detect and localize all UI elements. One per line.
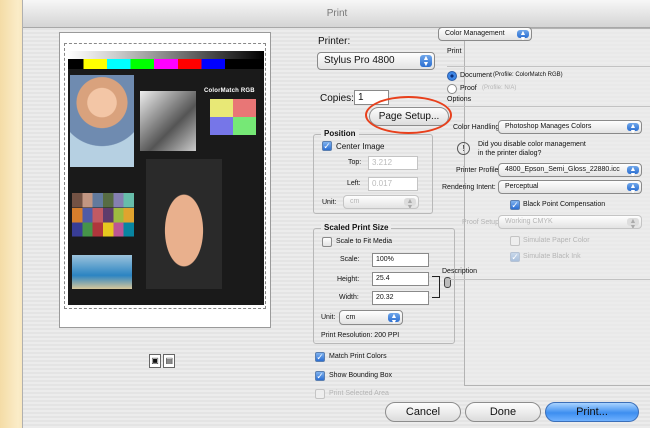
left-field[interactable]: 0.017 <box>368 177 418 191</box>
popup-arrows-icon: ▲ ▼ <box>517 30 529 40</box>
proof-setup-value: Working CMYK <box>505 218 553 225</box>
scale-to-fit-checkbox[interactable] <box>322 237 332 247</box>
divider <box>447 106 650 107</box>
color-patches <box>72 193 134 237</box>
position-unit-popup[interactable]: cm ▲ ▼ <box>343 195 419 209</box>
proof-radio[interactable] <box>447 84 457 94</box>
section-popup[interactable]: Color Management ▲ ▼ <box>438 27 532 41</box>
document-label: Document <box>460 72 492 79</box>
gray-ramp <box>68 51 264 59</box>
printer-profile-value: 4800_Epson_Semi_Gloss_22880.icc <box>505 166 620 173</box>
done-button[interactable]: Done <box>465 402 541 422</box>
cancel-button[interactable]: Cancel <box>385 402 461 422</box>
page-layout-icon[interactable]: ▤ <box>163 354 176 368</box>
position-unit-value: cm <box>350 198 360 205</box>
width-field[interactable]: 20.32 <box>372 291 429 305</box>
print-selected-area-label: Print Selected Area <box>329 390 389 397</box>
hand-photo <box>146 159 222 289</box>
scaled-unit-label: Unit: <box>321 314 336 321</box>
popup-arrows-icon: ▲ ▼ <box>420 55 432 68</box>
proof-setup-label: Proof Setup: <box>462 219 501 226</box>
color-grid <box>210 99 256 135</box>
simulate-black-label: Simulate Black Ink <box>523 253 581 260</box>
left-label: Left: <box>347 180 361 187</box>
print-resolution: Print Resolution: 200 PPI <box>321 332 400 339</box>
scale-label: Scale: <box>340 256 360 263</box>
document-profile: (Profile: ColorMatch RGB) <box>493 72 563 78</box>
preview-thumbs: ▣ ▤ <box>149 354 177 368</box>
color-bar <box>68 59 264 69</box>
printer-popup-value: Stylus Pro 4800 <box>324 55 395 66</box>
height-label: Height: <box>337 276 360 283</box>
divider <box>447 279 650 280</box>
print-preview: ColorMatch RGB <box>59 32 271 328</box>
proof-setup-popup[interactable]: Working CMYK ▲ ▼ <box>498 215 642 229</box>
proof-profile: (Profile: N/A) <box>482 85 517 91</box>
position-title: Position <box>321 129 359 138</box>
options-header: Options <box>447 96 472 103</box>
center-image-label: Center Image <box>336 142 385 151</box>
document-radio[interactable] <box>447 71 457 81</box>
print-dialog: Print ColorMatch RGB ▣ ▤ Printer: Stylus… <box>22 0 650 428</box>
match-print-colors-checkbox[interactable]: ✓ <box>315 352 325 362</box>
printer-popup[interactable]: Stylus Pro 4800 ▲ ▼ <box>317 52 435 70</box>
image-profile-label: ColorMatch RGB <box>204 88 255 94</box>
warning-text-line1: Did you disable color management <box>478 141 586 148</box>
color-handling-popup[interactable]: Photoshop Manages Colors ▲ ▼ <box>498 120 642 134</box>
rendering-intent-label: Rendering Intent: <box>442 184 496 191</box>
proof-label: Proof <box>460 85 477 92</box>
copies-label: Copies: <box>320 93 354 104</box>
simulate-paper-label: Simulate Paper Color <box>523 237 590 244</box>
black-point-label: Black Point Compensation <box>523 201 606 208</box>
simulate-black-checkbox[interactable]: ✓ <box>510 252 520 262</box>
show-bounding-box-label: Show Bounding Box <box>329 372 393 379</box>
section-popup-value: Color Management <box>445 30 505 37</box>
simulate-paper-checkbox[interactable] <box>510 236 520 246</box>
width-label: Width: <box>339 294 359 301</box>
rendering-intent-popup[interactable]: Perceptual ▲ ▼ <box>498 180 642 194</box>
popup-arrows-icon: ▲ ▼ <box>627 123 639 133</box>
window-title: Print <box>23 0 650 28</box>
color-handling-value: Photoshop Manages Colors <box>505 123 592 130</box>
top-field[interactable]: 3.212 <box>368 156 418 170</box>
scale-field[interactable]: 100% <box>372 253 429 267</box>
bw-photo <box>140 91 196 151</box>
popup-arrows-icon: ▲ ▼ <box>627 166 639 176</box>
portrait-photo <box>70 75 134 167</box>
description-header: Description <box>442 268 478 275</box>
position-unit-label: Unit: <box>322 199 337 206</box>
height-field[interactable]: 25.4 <box>372 272 429 286</box>
page-icon[interactable]: ▣ <box>149 354 161 368</box>
print-selected-area-checkbox[interactable] <box>315 389 325 399</box>
top-label: Top: <box>348 159 362 166</box>
scaled-unit-value: cm <box>346 314 356 321</box>
scaled-print-title: Scaled Print Size <box>321 223 392 232</box>
pool-photo <box>72 255 132 289</box>
rendering-intent-value: Perceptual <box>505 183 539 190</box>
popup-arrows-icon: ▲ ▼ <box>627 183 639 193</box>
center-image-checkbox[interactable]: ✓ <box>322 141 332 151</box>
popup-arrows-icon: ▲ ▼ <box>388 313 400 324</box>
link-bracket <box>432 276 440 298</box>
scaled-unit-popup[interactable]: cm ▲ ▼ <box>339 310 403 325</box>
printer-profile-popup[interactable]: 4800_Epson_Semi_Gloss_22880.icc ▲ ▼ <box>498 163 642 177</box>
print-button[interactable]: Print... <box>545 402 639 422</box>
popup-arrows-icon: ▲ ▼ <box>627 218 639 228</box>
annotation-circle <box>365 96 452 134</box>
scale-to-fit-label: Scale to Fit Media <box>336 238 393 245</box>
warning-text-line2: in the printer dialog? <box>478 150 542 157</box>
match-print-colors-label: Match Print Colors <box>329 353 387 360</box>
printer-profile-label: Printer Profile: <box>456 167 501 174</box>
color-handling-label: Color Handling: <box>453 124 502 131</box>
popup-arrows-icon: ▲ ▼ <box>404 198 416 208</box>
print-section-header: Print <box>447 48 462 55</box>
black-point-checkbox[interactable]: ✓ <box>510 200 520 210</box>
show-bounding-box-checkbox[interactable]: ✓ <box>315 371 325 381</box>
warning-icon: ! <box>457 142 470 155</box>
divider <box>447 66 650 67</box>
printer-label: Printer: <box>318 36 351 47</box>
